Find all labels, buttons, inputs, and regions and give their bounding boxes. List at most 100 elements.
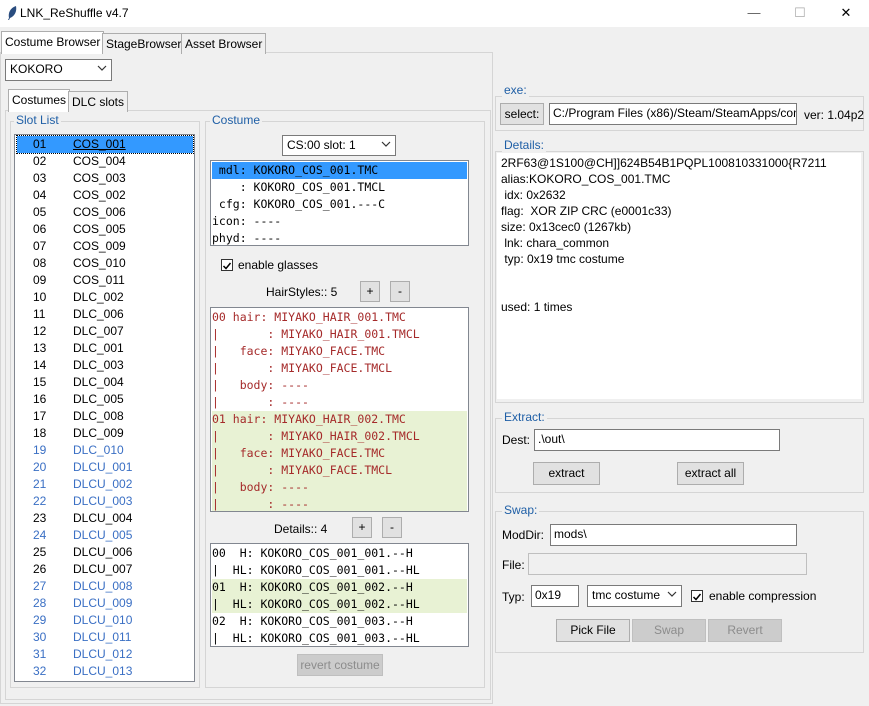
slot-list-item[interactable]: 19 DLC_010 bbox=[17, 442, 193, 459]
hairstyle-line[interactable]: | face: MIYAKO_FACE.TMC bbox=[212, 445, 467, 462]
slot-listbox[interactable]: 01 COS_001 02 COS_004 03 COS_003 04 COS_002 05 CO… bbox=[14, 134, 195, 682]
minimize-button[interactable]: — bbox=[731, 0, 777, 27]
detail-line[interactable]: | HL: KOKORO_COS_001_002.--HL bbox=[212, 596, 467, 613]
slot-number: 09 bbox=[33, 273, 47, 287]
slot-list-item[interactable]: 27 DLCU_008 bbox=[17, 578, 193, 595]
select-exe-button[interactable]: select: bbox=[500, 103, 544, 125]
slot-list-item[interactable]: 28 DLCU_009 bbox=[17, 595, 193, 612]
hairstyle-line[interactable]: | : ---- bbox=[212, 394, 467, 411]
costume-file-line[interactable]: icon: ---- bbox=[212, 213, 467, 230]
detail-line[interactable]: 01 H: KOKORO_COS_001_002.--H bbox=[212, 579, 467, 596]
hairstyle-line[interactable]: | : MIYAKO_FACE.TMCL bbox=[212, 360, 467, 377]
file-field[interactable] bbox=[528, 553, 807, 575]
extract-all-button[interactable]: extract all bbox=[677, 462, 744, 485]
version-label: ver: 1.04p2 bbox=[804, 108, 865, 122]
costume-slot-select[interactable]: CS:00 slot: 1 bbox=[282, 135, 396, 156]
hairstyle-line[interactable]: 01 hair: MIYAKO_HAIR_002.TMC bbox=[212, 411, 467, 428]
exe-path-field[interactable]: C:/Program Files (x86)/Steam/SteamApps/c… bbox=[549, 103, 797, 125]
remove-detail-button[interactable]: - bbox=[382, 517, 402, 538]
slot-list-item[interactable]: 02 COS_004 bbox=[17, 153, 193, 170]
slot-list-item[interactable]: 10 DLC_002 bbox=[17, 289, 193, 306]
hairstyle-line[interactable]: | : MIYAKO_HAIR_001.TMCL bbox=[212, 326, 467, 343]
typ-field[interactable]: 0x19 bbox=[531, 585, 579, 607]
revert-button[interactable]: Revert bbox=[708, 619, 782, 642]
pick-file-button[interactable]: Pick File bbox=[556, 619, 630, 642]
detail-line[interactable]: 00 H: KOKORO_COS_001_001.--H bbox=[212, 545, 467, 562]
tab-stage-browser[interactable]: StageBrowser bbox=[102, 33, 186, 54]
costume-file-line[interactable]: : KOKORO_COS_001.TMCL bbox=[212, 179, 467, 196]
slot-list-item[interactable]: 04 COS_002 bbox=[17, 187, 193, 204]
costume-files-list[interactable]: mdl: KOKORO_COS_001.TMC : KOKORO_COS_001… bbox=[210, 160, 469, 246]
dest-field[interactable]: .\out\ bbox=[534, 429, 780, 451]
add-hairstyle-button[interactable]: + bbox=[360, 281, 380, 302]
slot-list-item[interactable]: 15 DLC_004 bbox=[17, 374, 193, 391]
slot-list-item[interactable]: 23 DLCU_004 bbox=[17, 510, 193, 527]
tab-dlc-slots[interactable]: DLC slots bbox=[68, 91, 129, 112]
close-button[interactable]: ✕ bbox=[823, 0, 869, 27]
hairstyles-list[interactable]: 00 hair: MIYAKO_HAIR_001.TMC | : MIYAKO_H… bbox=[210, 307, 469, 512]
hairstyle-line[interactable]: | : MIYAKO_FACE.TMCL bbox=[212, 462, 467, 479]
slot-list-item[interactable]: 22 DLCU_003 bbox=[17, 493, 193, 510]
hairstyle-line[interactable]: 00 hair: MIYAKO_HAIR_001.TMC bbox=[212, 309, 467, 326]
swap-button[interactable]: Swap bbox=[632, 619, 706, 642]
remove-hairstyle-button[interactable]: - bbox=[390, 281, 410, 302]
slot-list-item[interactable]: 13 DLC_001 bbox=[17, 340, 193, 357]
slot-list-item[interactable]: 01 COS_001 bbox=[16, 135, 194, 154]
slot-list-item[interactable]: 08 COS_010 bbox=[17, 255, 193, 272]
hairstyle-line[interactable]: | body: ---- bbox=[212, 377, 467, 394]
slot-list-item[interactable]: 20 DLCU_001 bbox=[17, 459, 193, 476]
slot-list-item[interactable]: 05 COS_006 bbox=[17, 204, 193, 221]
tab-costumes[interactable]: Costumes bbox=[8, 89, 71, 112]
costume-file-line[interactable]: phyd: ---- bbox=[212, 230, 467, 245]
slot-list-item[interactable]: 07 COS_009 bbox=[17, 238, 193, 255]
typ-select[interactable]: tmc costume bbox=[587, 585, 682, 607]
slot-list-item[interactable]: 12 DLC_007 bbox=[17, 323, 193, 340]
hairstyle-line[interactable]: | : ---- bbox=[212, 496, 467, 511]
slot-name: DLC_007 bbox=[73, 324, 124, 338]
tab-costume-browser[interactable]: Costume Browser bbox=[1, 31, 105, 54]
details-line: lnk: chara_common bbox=[501, 236, 610, 250]
costume-file-line[interactable]: mdl: KOKORO_COS_001.TMC bbox=[212, 162, 467, 179]
close-icon: ✕ bbox=[840, 5, 852, 20]
slot-list-item[interactable]: 14 DLC_003 bbox=[17, 357, 193, 374]
character-select[interactable]: KOKORO bbox=[5, 59, 112, 81]
slot-name: DLCU_004 bbox=[73, 511, 133, 525]
slot-list-item[interactable]: 30 DLCU_011 bbox=[17, 629, 193, 646]
slot-list-item[interactable]: 24 DLCU_005 bbox=[17, 527, 193, 544]
costume-file-line[interactable]: cfg: KOKORO_COS_001.---C bbox=[212, 196, 467, 213]
slot-list-item[interactable]: 09 COS_011 bbox=[17, 272, 193, 289]
slot-list-item[interactable]: 06 COS_005 bbox=[17, 221, 193, 238]
maximize-button[interactable]: ☐ bbox=[777, 0, 823, 27]
hairstyle-line[interactable]: | body: ---- bbox=[212, 479, 467, 496]
add-detail-button[interactable]: + bbox=[352, 517, 372, 538]
slot-list-item[interactable]: 32 DLCU_013 bbox=[17, 663, 193, 680]
detail-line[interactable]: 02 H: KOKORO_COS_001_003.--H bbox=[212, 613, 467, 630]
enable-compression-checkbox[interactable] bbox=[691, 590, 703, 602]
slot-list-item[interactable]: 26 DLCU_007 bbox=[17, 561, 193, 578]
detail-line[interactable]: | HL: KOKORO_COS_001_003.--HL bbox=[212, 630, 467, 646]
extract-button[interactable]: extract bbox=[533, 462, 600, 485]
detail-line[interactable]: | HL: KOKORO_COS_001_001.--HL bbox=[212, 562, 467, 579]
hairstyle-line[interactable]: | face: MIYAKO_FACE.TMC bbox=[212, 343, 467, 360]
hairstyle-line[interactable]: | : MIYAKO_HAIR_002.TMCL bbox=[212, 428, 467, 445]
enable-glasses-checkbox[interactable] bbox=[221, 259, 233, 271]
slot-name: DLC_001 bbox=[73, 341, 124, 355]
slot-list-item[interactable]: 17 DLC_008 bbox=[17, 408, 193, 425]
costume-details-list[interactable]: 00 H: KOKORO_COS_001_001.--H | HL: KOKORO… bbox=[210, 543, 469, 647]
moddir-field[interactable]: mods\ bbox=[550, 524, 797, 546]
slot-list-item[interactable]: 18 DLC_009 bbox=[17, 425, 193, 442]
revert-costume-button[interactable]: revert costume bbox=[297, 654, 383, 676]
slot-list-item[interactable]: 03 COS_003 bbox=[17, 170, 193, 187]
checkmark-icon bbox=[692, 593, 702, 601]
slot-list-item[interactable]: 21 DLCU_002 bbox=[17, 476, 193, 493]
slot-list-item[interactable]: 29 DLCU_010 bbox=[17, 612, 193, 629]
slot-list-item[interactable]: 31 DLCU_012 bbox=[17, 646, 193, 663]
slot-list-item[interactable]: 25 DLCU_006 bbox=[17, 544, 193, 561]
slot-name: DLCU_009 bbox=[73, 596, 133, 610]
slot-list-item[interactable]: 16 DLC_005 bbox=[17, 391, 193, 408]
slot-number: 31 bbox=[33, 647, 47, 661]
slot-list-item[interactable]: 11 DLC_006 bbox=[17, 306, 193, 323]
tab-asset-browser[interactable]: Asset Browser bbox=[181, 33, 267, 54]
chevron-down-icon bbox=[381, 141, 391, 147]
slot-number: 19 bbox=[33, 443, 47, 457]
